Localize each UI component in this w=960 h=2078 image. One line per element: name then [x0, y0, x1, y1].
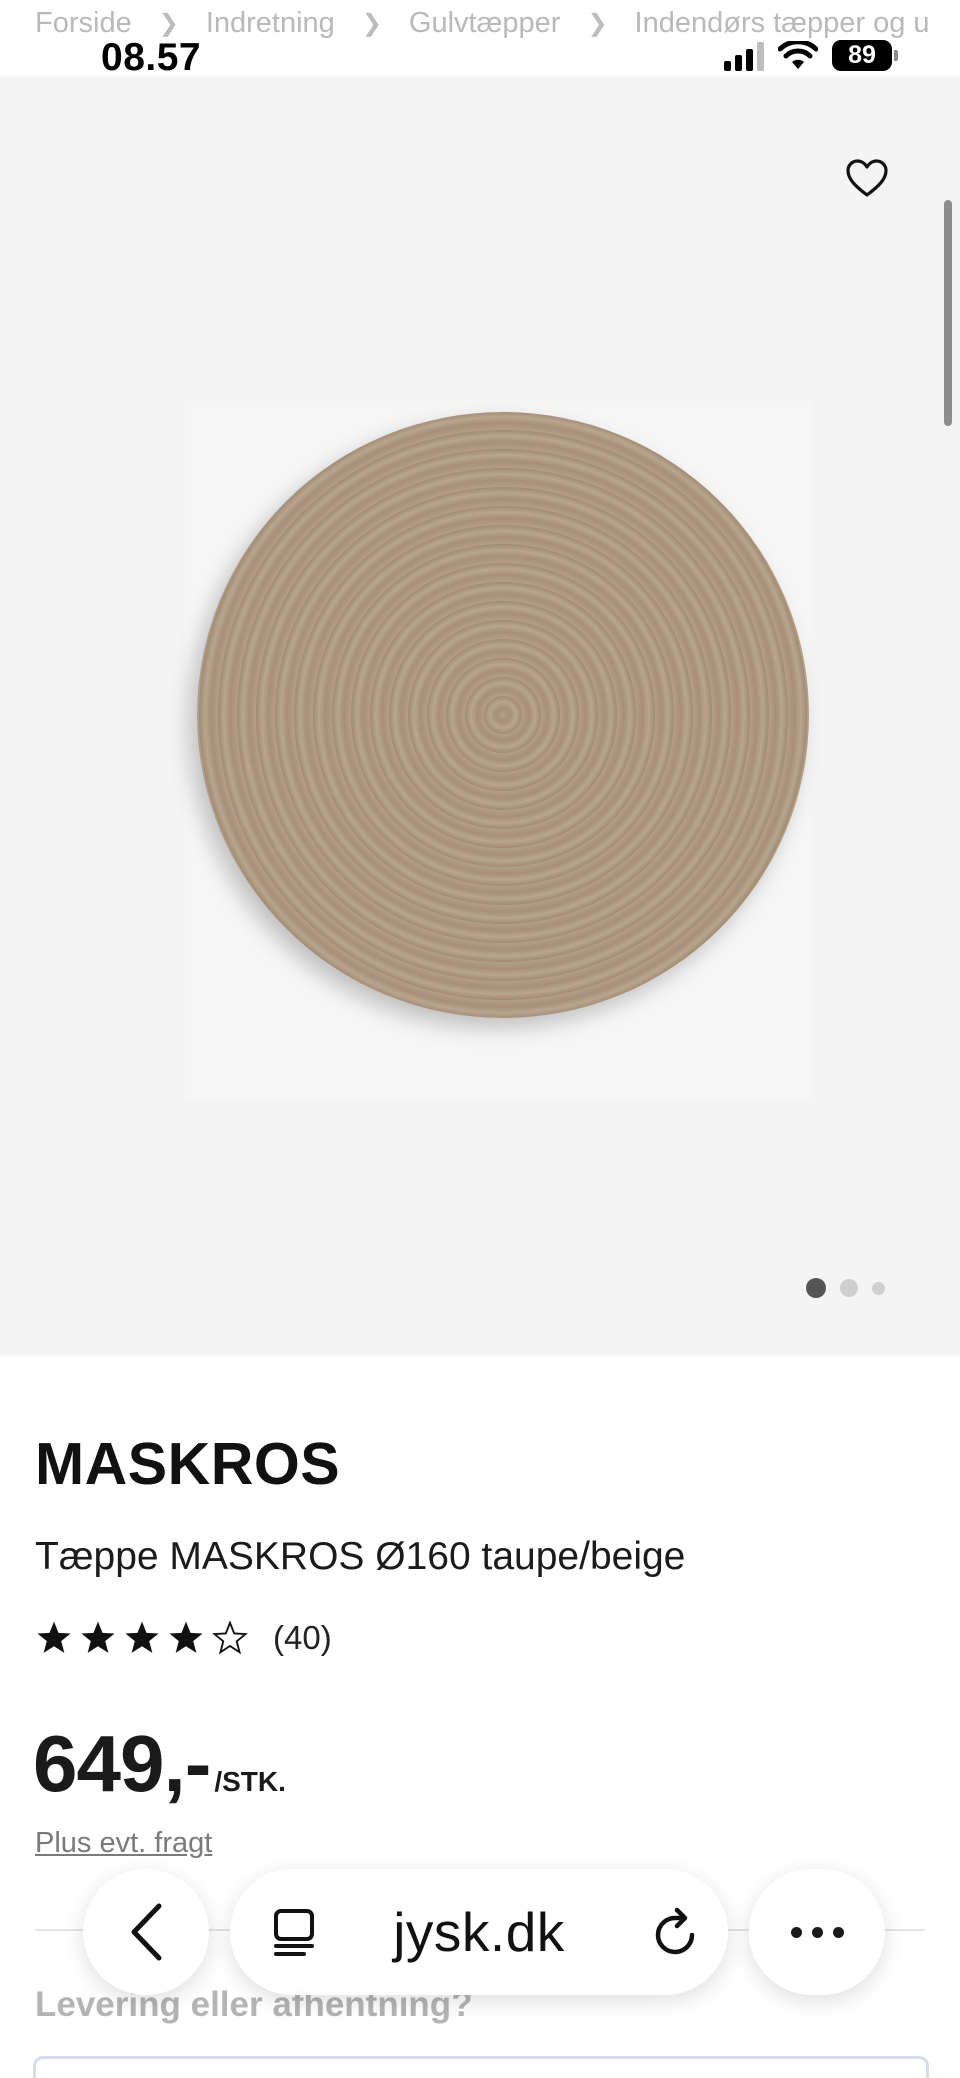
gallery-dot-1[interactable]	[806, 1278, 826, 1298]
more-button[interactable]	[749, 1869, 885, 1995]
star-filled-icon	[81, 1621, 115, 1653]
status-bar: 08.57 89	[0, 36, 960, 79]
product-gallery[interactable]	[0, 76, 960, 1356]
more-icon	[790, 1926, 844, 1938]
address-bar[interactable]: jysk.dk	[230, 1869, 728, 1995]
price: 649,- /STK.	[33, 1718, 286, 1810]
product-name: Tæppe MASKROS Ø160 taupe/beige	[35, 1535, 686, 1578]
status-time: 08.57	[101, 36, 202, 79]
gallery-dot-3[interactable]	[872, 1281, 885, 1295]
gallery-dot-2[interactable]	[840, 1279, 858, 1297]
review-count[interactable]: (40)	[273, 1619, 332, 1657]
chevron-right-icon: ❯	[587, 9, 608, 37]
chevron-right-icon: ❯	[158, 9, 179, 37]
chevron-left-icon	[131, 1903, 162, 1961]
reload-icon[interactable]	[652, 1907, 700, 1959]
breadcrumb-item-home[interactable]: Forside	[35, 7, 132, 40]
battery-icon: 89	[832, 40, 898, 71]
star-filled-icon	[169, 1621, 203, 1653]
star-outline-icon	[212, 1620, 248, 1655]
breadcrumb-item-indoor-rugs[interactable]: Indendørs tæpper og u	[635, 7, 930, 40]
status-icons: 89	[724, 40, 898, 71]
tabs-icon[interactable]	[270, 1908, 318, 1958]
product-image[interactable]	[197, 412, 809, 1018]
price-value: 649,-	[33, 1719, 211, 1808]
signal-icon	[724, 41, 764, 71]
back-button[interactable]	[83, 1869, 209, 1995]
product-brand: MASKROS	[35, 1431, 341, 1497]
rating[interactable]: (40)	[35, 1619, 332, 1657]
chevron-right-icon: ❯	[361, 9, 382, 37]
url-text[interactable]: jysk.dk	[393, 1900, 565, 1964]
browser-toolbar: jysk.dk	[0, 1865, 960, 1995]
price-unit: /STK.	[214, 1766, 286, 1797]
gallery-pagination	[806, 1278, 885, 1298]
delivery-input[interactable]	[33, 2056, 929, 2078]
shipping-info-link[interactable]: Plus evt. fragt	[35, 1827, 212, 1860]
scrollbar[interactable]	[944, 200, 952, 426]
heart-outline-icon[interactable]	[839, 150, 895, 206]
breadcrumb-item-decor[interactable]: Indretning	[206, 7, 335, 40]
star-filled-icon	[125, 1621, 159, 1653]
battery-level: 89	[832, 40, 892, 71]
star-filled-icon	[37, 1621, 71, 1653]
breadcrumb-item-rugs[interactable]: Gulvtæpper	[409, 7, 561, 40]
wifi-icon	[778, 40, 818, 69]
